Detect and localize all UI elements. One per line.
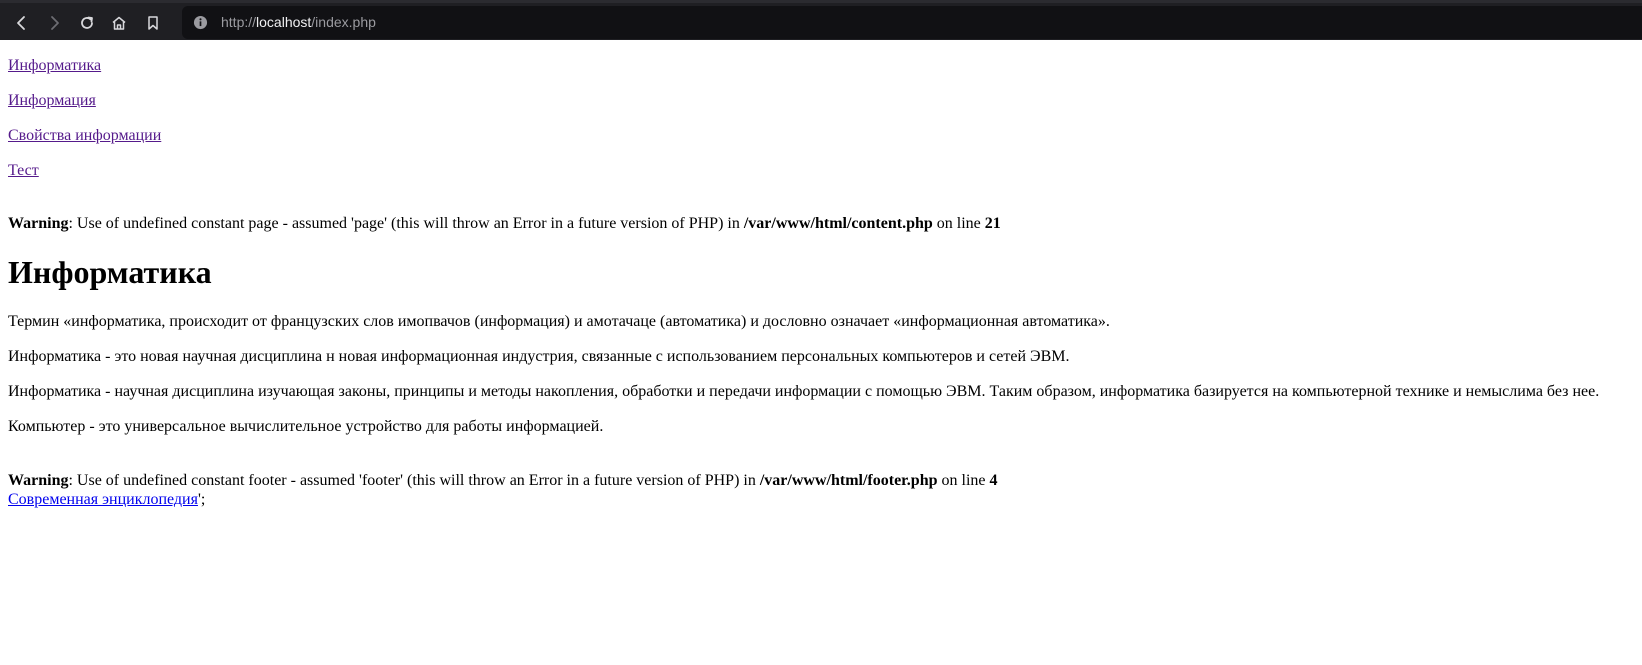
info-icon[interactable]: [193, 15, 208, 30]
warning-on-line: on line: [937, 472, 990, 489]
bookmark-button[interactable]: [139, 9, 167, 37]
article-paragraph: Компьютер - это универсальное вычислител…: [8, 418, 604, 435]
article-paragraph: Информатика - это новая научная дисципли…: [8, 348, 1070, 365]
warning-file: /var/www/html/footer.php: [759, 472, 938, 489]
php-warning-content: Warning: Use of undefined constant page …: [8, 214, 1634, 233]
menu-item: Тест: [8, 161, 1634, 180]
warning-label: Warning: [8, 472, 69, 489]
arrow-left-icon: [17, 16, 25, 30]
article-paragraph: Термин «информатика, происходит от франц…: [8, 313, 1110, 330]
menu-item: Информатика: [8, 56, 1634, 75]
url-text[interactable]: http://localhost/index.php: [221, 14, 376, 30]
url-protocol: http://: [221, 14, 257, 30]
menu-link-informatika[interactable]: Информатика: [8, 57, 101, 74]
home-button[interactable]: [105, 9, 133, 37]
menu-item: Информация: [8, 91, 1634, 110]
warning-file: /var/www/html/content.php: [743, 215, 933, 232]
encyclopedia-link[interactable]: Современная энциклопедия: [8, 491, 198, 508]
article-paragraph: Информатика - научная дисциплина изучающ…: [8, 383, 1600, 400]
warning-message: : Use of undefined constant footer - ass…: [68, 472, 760, 489]
forward-button[interactable]: [40, 9, 68, 37]
menu-link-test[interactable]: Тест: [8, 162, 39, 179]
footer-trailing-text: ';: [197, 491, 206, 508]
footer: Современная энциклопедия';: [8, 490, 1634, 509]
warning-line-number: 21: [984, 215, 1001, 232]
menu-item: Свойства информации: [8, 126, 1634, 145]
reload-button[interactable]: [73, 9, 101, 37]
menu-link-informatsiya[interactable]: Информация: [8, 92, 96, 109]
warning-line-number: 4: [989, 472, 998, 489]
page-title: Информатика: [8, 254, 212, 290]
arrow-right-icon: [51, 16, 59, 30]
warning-message: : Use of undefined constant page - assum…: [68, 215, 744, 232]
browser-toolbar: http://localhost/index.php: [0, 0, 1642, 40]
url-path: /index.php: [311, 14, 376, 30]
url-bar[interactable]: http://localhost/index.php: [182, 6, 1642, 39]
php-warning-footer: Warning: Use of undefined constant foote…: [8, 471, 1634, 490]
warning-on-line: on line: [932, 215, 985, 232]
bookmark-icon: [148, 16, 158, 30]
warning-label: Warning: [8, 215, 69, 232]
page-content: Информатика Информация Свойства информац…: [8, 40, 1634, 509]
reload-icon: [81, 16, 93, 29]
back-button[interactable]: [8, 9, 36, 37]
home-icon: [112, 16, 126, 30]
menu-link-svoistva[interactable]: Свойства информации: [8, 127, 161, 144]
url-host: localhost: [256, 14, 312, 30]
